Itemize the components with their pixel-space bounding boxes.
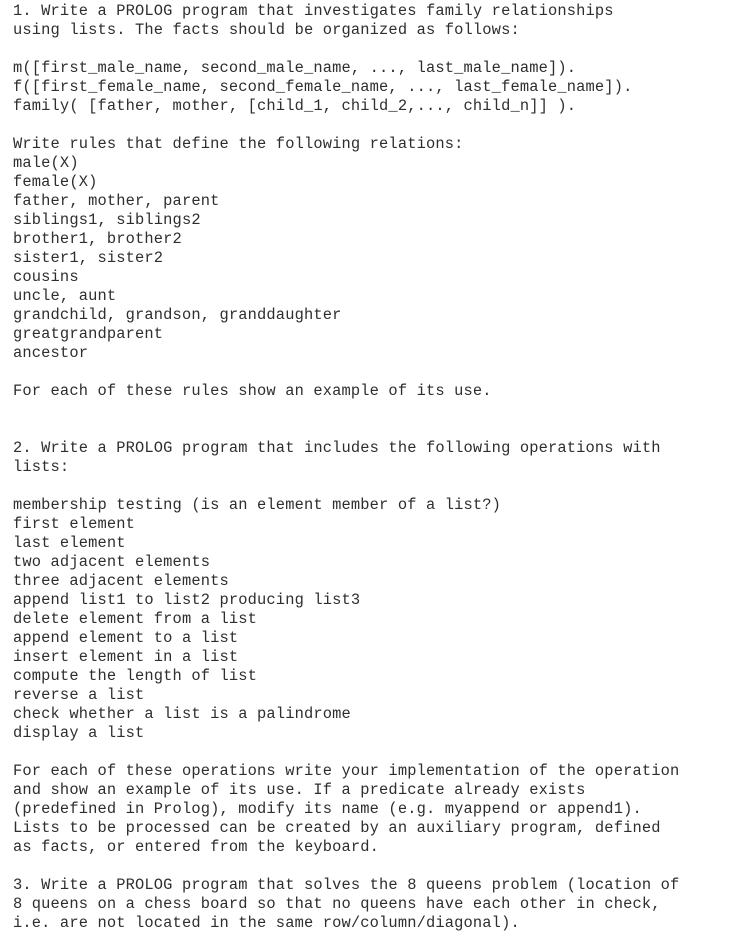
operation-item: last element — [13, 534, 126, 552]
section-2-closing-line-4: Lists to be processed can be created by … — [13, 819, 661, 837]
section-1-family-relationships: 1. Write a PROLOG program that investiga… — [13, 2, 741, 401]
operation-item: insert element in a list — [13, 648, 239, 666]
section-1-title-line-2: using lists. The facts should be organiz… — [13, 21, 520, 39]
section-2-closing-line-5: as facts, or entered from the keyboard. — [13, 838, 380, 856]
relation-item: greatgrandparent — [13, 325, 164, 343]
operations-list: membership testing (is an element member… — [13, 496, 741, 743]
operation-item: membership testing (is an element member… — [13, 496, 502, 514]
relations-list: male(X) female(X) father, mother, parent… — [13, 154, 741, 363]
relation-item: male(X) — [13, 154, 79, 172]
section-2-closing-line-3: (predefined in Prolog), modify its name … — [13, 800, 642, 818]
operation-item: append element to a list — [13, 629, 239, 647]
section-3-title-line-2: 8 queens on a chess board so that no que… — [13, 895, 661, 913]
operation-item: delete element from a list — [13, 610, 258, 628]
relation-item: brother1, brother2 — [13, 230, 182, 248]
code-fact-male: m([first_male_name, second_male_name, ..… — [13, 59, 577, 77]
section-3-title-line-3: i.e. are not located in the same row/col… — [13, 914, 520, 932]
relation-item: father, mother, parent — [13, 192, 220, 210]
code-fact-family: family( [father, mother, [child_1, child… — [13, 97, 577, 115]
operation-item: reverse a list — [13, 686, 145, 704]
section-2-closing-line-2: and show an example of its use. If a pre… — [13, 781, 586, 799]
operation-item: first element — [13, 515, 136, 533]
operation-item: append list1 to list2 producing list3 — [13, 591, 361, 609]
relation-item: ancestor — [13, 344, 89, 362]
section-2-title-line-2: lists: — [13, 458, 70, 476]
relation-item: grandchild, grandson, granddaughter — [13, 306, 342, 324]
relation-item: female(X) — [13, 173, 98, 191]
section-1-title-line-1: 1. Write a PROLOG program that investiga… — [13, 2, 614, 20]
section-3-title-line-1: 3. Write a PROLOG program that solves th… — [13, 876, 680, 894]
operation-item: check whether a list is a palindrome — [13, 705, 351, 723]
relation-item: siblings1, siblings2 — [13, 211, 201, 229]
operation-item: two adjacent elements — [13, 553, 211, 571]
operation-item: compute the length of list — [13, 667, 258, 685]
section-2-title-line-1: 2. Write a PROLOG program that includes … — [13, 439, 661, 457]
assignment-document: 1. Write a PROLOG program that investiga… — [13, 2, 741, 933]
operation-item: three adjacent elements — [13, 572, 229, 590]
rules-heading: Write rules that define the following re… — [13, 135, 464, 153]
relation-item: cousins — [13, 268, 79, 286]
section-2-list-operations: 2. Write a PROLOG program that includes … — [13, 439, 741, 857]
section-3-eight-queens: 3. Write a PROLOG program that solves th… — [13, 876, 741, 933]
code-fact-female: f([first_female_name, second_female_name… — [13, 78, 633, 96]
relation-item: sister1, sister2 — [13, 249, 164, 267]
section-1-closing: For each of these rules show an example … — [13, 382, 492, 400]
section-2-closing-line-1: For each of these operations write your … — [13, 762, 680, 780]
operation-item: display a list — [13, 724, 145, 742]
relation-item: uncle, aunt — [13, 287, 117, 305]
